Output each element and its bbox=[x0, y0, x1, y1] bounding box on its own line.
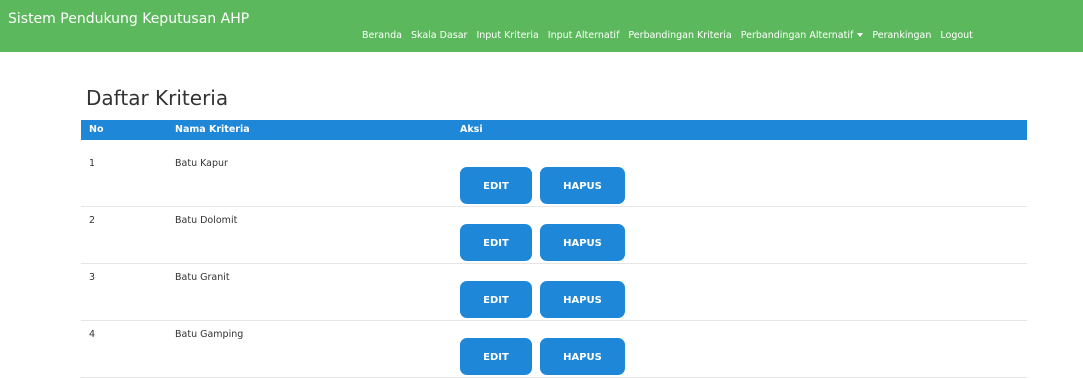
cell-no: 3 bbox=[89, 272, 96, 283]
nav-item-perbandingan-kriteria[interactable]: Perbandingan Kriteria bbox=[628, 30, 731, 41]
edit-button[interactable]: EDIT bbox=[460, 224, 532, 261]
navbar: Sistem Pendukung Keputusan AHP Beranda S… bbox=[0, 0, 1083, 52]
table-row: 2 Batu Dolomit EDIT HAPUS bbox=[81, 207, 1027, 264]
table-row: 1 Batu Kapur EDIT HAPUS bbox=[81, 150, 1027, 207]
app-brand[interactable]: Sistem Pendukung Keputusan AHP bbox=[8, 0, 249, 38]
cell-no: 4 bbox=[89, 329, 96, 340]
nav-item-skala-dasar[interactable]: Skala Dasar bbox=[411, 30, 467, 41]
column-header-no: No bbox=[89, 124, 104, 135]
table-header: No Nama Kriteria Aksi bbox=[81, 120, 1027, 140]
cell-no: 2 bbox=[89, 215, 96, 226]
cell-nama-kriteria: Batu Kapur bbox=[175, 158, 228, 169]
cell-nama-kriteria: Batu Gamping bbox=[175, 329, 244, 340]
nav-item-logout[interactable]: Logout bbox=[940, 30, 973, 41]
cell-nama-kriteria: Batu Dolomit bbox=[175, 215, 238, 226]
hapus-button[interactable]: HAPUS bbox=[540, 338, 625, 375]
cell-no: 1 bbox=[89, 158, 96, 169]
hapus-button[interactable]: HAPUS bbox=[540, 167, 625, 204]
column-header-nama-kriteria: Nama Kriteria bbox=[175, 124, 250, 135]
column-header-aksi: Aksi bbox=[460, 124, 483, 135]
nav-menu: Beranda Skala Dasar Input Kriteria Input… bbox=[362, 0, 982, 70]
page-title: Daftar Kriteria bbox=[86, 86, 229, 110]
nav-item-input-alternatif[interactable]: Input Alternatif bbox=[548, 30, 620, 41]
table-row: 3 Batu Granit EDIT HAPUS bbox=[81, 264, 1027, 321]
nav-item-perbandingan-alternatif-label: Perbandingan Alternatif bbox=[740, 29, 854, 41]
nav-item-perankingan[interactable]: Perankingan bbox=[872, 30, 931, 41]
caret-down-icon bbox=[857, 33, 864, 37]
edit-button[interactable]: EDIT bbox=[460, 281, 532, 318]
edit-button[interactable]: EDIT bbox=[460, 167, 532, 204]
nav-item-input-kriteria[interactable]: Input Kriteria bbox=[476, 30, 538, 41]
hapus-button[interactable]: HAPUS bbox=[540, 224, 625, 261]
hapus-button[interactable]: HAPUS bbox=[540, 281, 625, 318]
cell-nama-kriteria: Batu Granit bbox=[175, 272, 230, 283]
edit-button[interactable]: EDIT bbox=[460, 338, 532, 375]
nav-item-perbandingan-alternatif[interactable]: Perbandingan Alternatif bbox=[741, 30, 864, 41]
nav-item-beranda[interactable]: Beranda bbox=[362, 30, 402, 41]
table-row: 4 Batu Gamping EDIT HAPUS bbox=[81, 321, 1027, 378]
